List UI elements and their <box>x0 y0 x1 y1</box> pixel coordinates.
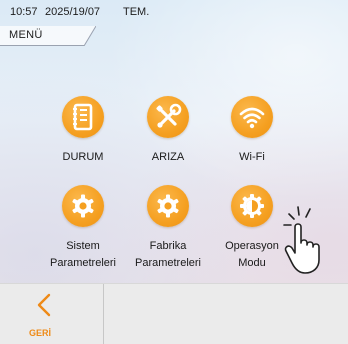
menu-tab-label: MENÜ <box>9 29 43 41</box>
status-date: 2025/19/07 <box>45 6 101 18</box>
tile-label: Operasyon Modu <box>225 240 279 269</box>
contrast-gear-icon <box>231 185 273 227</box>
tile-fabrika-parametreleri[interactable]: Fabrika Parametreleri <box>126 185 210 275</box>
tile-wifi[interactable]: Wi-Fi <box>210 96 294 168</box>
divider <box>103 284 104 344</box>
notebook-icon <box>62 96 104 138</box>
tile-sistem-parametreleri[interactable]: Sistem Parametreleri <box>41 185 125 275</box>
status-temp-label: TEM. <box>123 6 150 18</box>
tile-label: Wi-Fi <box>239 151 265 163</box>
chevron-left-icon <box>37 293 51 317</box>
tap-hand-icon <box>283 206 320 274</box>
tile-label: Sistem Parametreleri <box>49 240 117 269</box>
wifi-icon <box>231 96 273 138</box>
tile-operasyon-modu[interactable]: Operasyon Modu <box>210 185 294 275</box>
gear-icon <box>62 185 104 227</box>
bottom-bar: GERİ <box>0 283 348 344</box>
menu-tab: MENÜ <box>0 26 96 46</box>
back-button-label: GERİ <box>28 328 51 338</box>
wrench-screwdriver-icon <box>147 96 189 138</box>
tile-durum[interactable]: DURUM <box>41 96 125 168</box>
tile-label: ARIZA <box>151 151 185 163</box>
gear-icon <box>147 185 189 227</box>
status-bar: 10:57 2025/19/07 TEM. <box>0 0 348 24</box>
status-time: 10:57 <box>10 6 38 18</box>
back-button[interactable]: GERİ <box>0 284 103 344</box>
tile-label: Fabrika Parametreleri <box>134 240 202 269</box>
tile-label: DURUM <box>62 151 104 163</box>
tile-ariza[interactable]: ARIZA <box>126 96 210 168</box>
